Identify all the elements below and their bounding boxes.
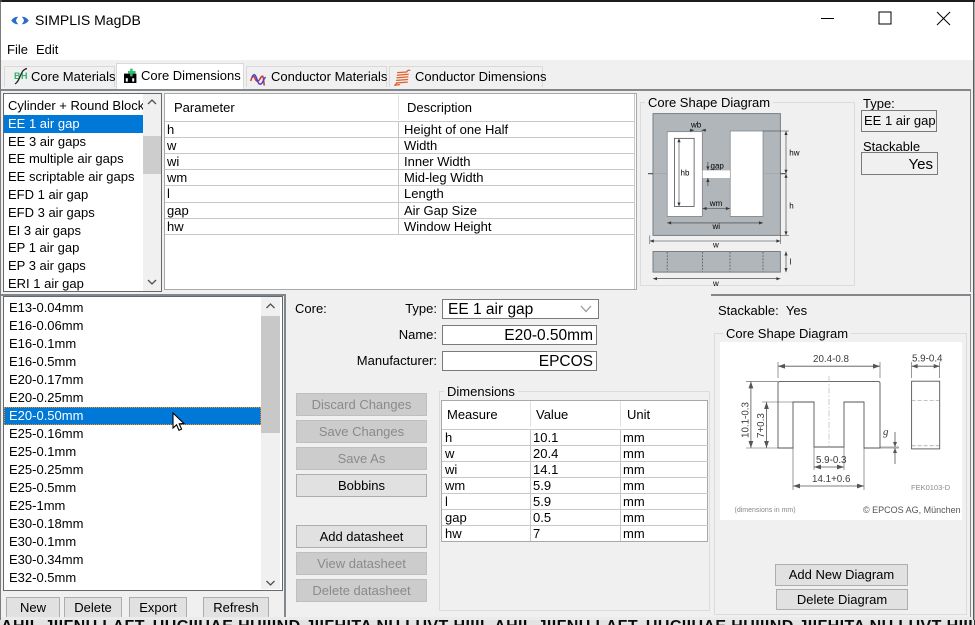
svg-text:(dimensions in mm): (dimensions in mm) xyxy=(735,507,796,514)
svg-text:20.4-0.8: 20.4-0.8 xyxy=(813,354,850,365)
svg-text:g: g xyxy=(883,426,889,438)
svg-text:wb: wb xyxy=(690,121,702,130)
svg-text:10.1-0.3: 10.1-0.3 xyxy=(741,401,752,438)
svg-text:h: h xyxy=(789,202,793,211)
svg-text:hb: hb xyxy=(681,169,690,178)
svg-text:l: l xyxy=(790,258,792,267)
svg-text:© EPCOS AG, München: © EPCOS AG, München xyxy=(863,505,961,515)
svg-text:w: w xyxy=(712,241,719,250)
svg-text:7+0.3: 7+0.3 xyxy=(756,413,767,438)
svg-text:hw: hw xyxy=(789,149,799,158)
svg-text:5.9-0.4: 5.9-0.4 xyxy=(912,354,943,365)
svg-text:wm: wm xyxy=(709,199,723,208)
svg-text:w: w xyxy=(712,279,719,287)
svg-text:gap: gap xyxy=(711,162,725,171)
svg-text:14.1+0.6: 14.1+0.6 xyxy=(812,474,851,485)
svg-text:FEK0103-D: FEK0103-D xyxy=(911,483,951,492)
svg-text:wi: wi xyxy=(712,222,721,231)
svg-text:5.9-0.3: 5.9-0.3 xyxy=(816,455,847,466)
